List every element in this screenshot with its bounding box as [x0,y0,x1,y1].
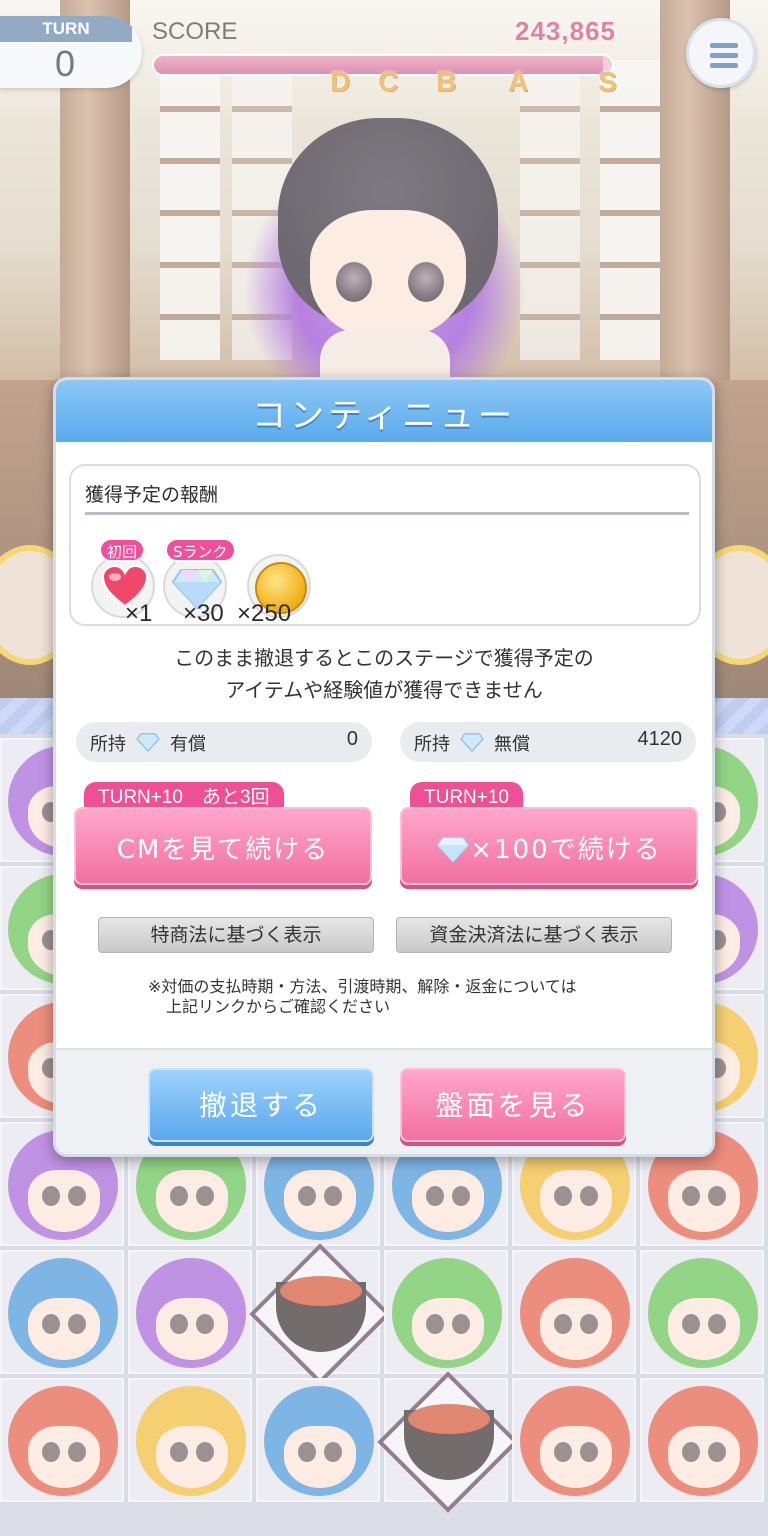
reward-qty: ×250 [237,600,292,627]
watch-ad-continue-button[interactable]: CMを見て続ける [74,807,372,885]
retreat-warning: このまま撤退するとこのステージで獲得予定の アイテムや経験値が獲得できません [56,642,712,706]
holding-value-free: 4120 [637,728,683,750]
diamond-gem-icon [460,733,484,752]
holding-type-paid: 有償 [170,734,206,755]
payment-note: ※対価の支払時期・方法、引渡時期、解除・返金については 上記リンクからご確認くだ… [148,977,577,1017]
payment-act-notice-link[interactable]: 資金決済法に基づく表示 [396,917,672,953]
dialog-footer: 撤退する 盤面を見る [56,1048,712,1154]
gem-continue-label: ×100で続ける [470,835,662,865]
rewards-title: 獲得予定の報酬 [85,484,219,506]
reward-qty: ×30 [183,600,224,627]
holding-type-free: 無償 [494,734,530,755]
diamond-gem-icon [437,836,470,863]
view-board-button[interactable]: 盤面を見る [400,1068,626,1142]
reward-item-gem: Sランク ×30 [163,538,243,627]
rewards-divider [85,512,689,515]
retreat-warning-line1: このまま撤退するとこのステージで獲得予定の [174,646,594,670]
continue-dialog: コンティニュー 獲得予定の報酬 初回 ×1 Sランク ×30 ×250 このまま… [53,377,715,1157]
gem-continue-label-wrap: ×100で続ける [402,829,696,866]
retreat-button[interactable]: 撤退する [148,1068,374,1142]
paid-gem-balance: 所持 有償 0 [76,722,372,762]
reward-tag-s-rank: Sランク [165,538,236,562]
legal-notice-link[interactable]: 特商法に基づく表示 [98,917,374,953]
diamond-gem-icon [136,733,160,752]
reward-item-coin: ×250 [237,554,327,627]
dialog-title: コンティニュー [252,396,516,436]
payment-note-line1: ※対価の支払時期・方法、引渡時期、解除・返金については [148,977,577,996]
free-gem-balance: 所持 無償 4120 [400,722,696,762]
dialog-header: コンティニュー [56,380,712,442]
reward-item-heart: 初回 ×1 [91,538,171,627]
holding-label: 所持 [90,734,126,755]
retreat-warning-line2: アイテムや経験値が獲得できません [225,678,543,702]
holding-label: 所持 [414,734,450,755]
payment-note-line2: 上記リンクからご確認ください [166,997,391,1016]
holding-value-paid: 0 [346,728,358,750]
reward-tag-first-time: 初回 [99,538,146,562]
watch-ad-continue-label: CMを見て続ける [116,835,330,865]
reward-qty: ×1 [125,600,153,627]
rewards-panel: 獲得予定の報酬 初回 ×1 Sランク ×30 ×250 [69,464,701,627]
gem-continue-button[interactable]: ×100で続ける [400,807,698,885]
